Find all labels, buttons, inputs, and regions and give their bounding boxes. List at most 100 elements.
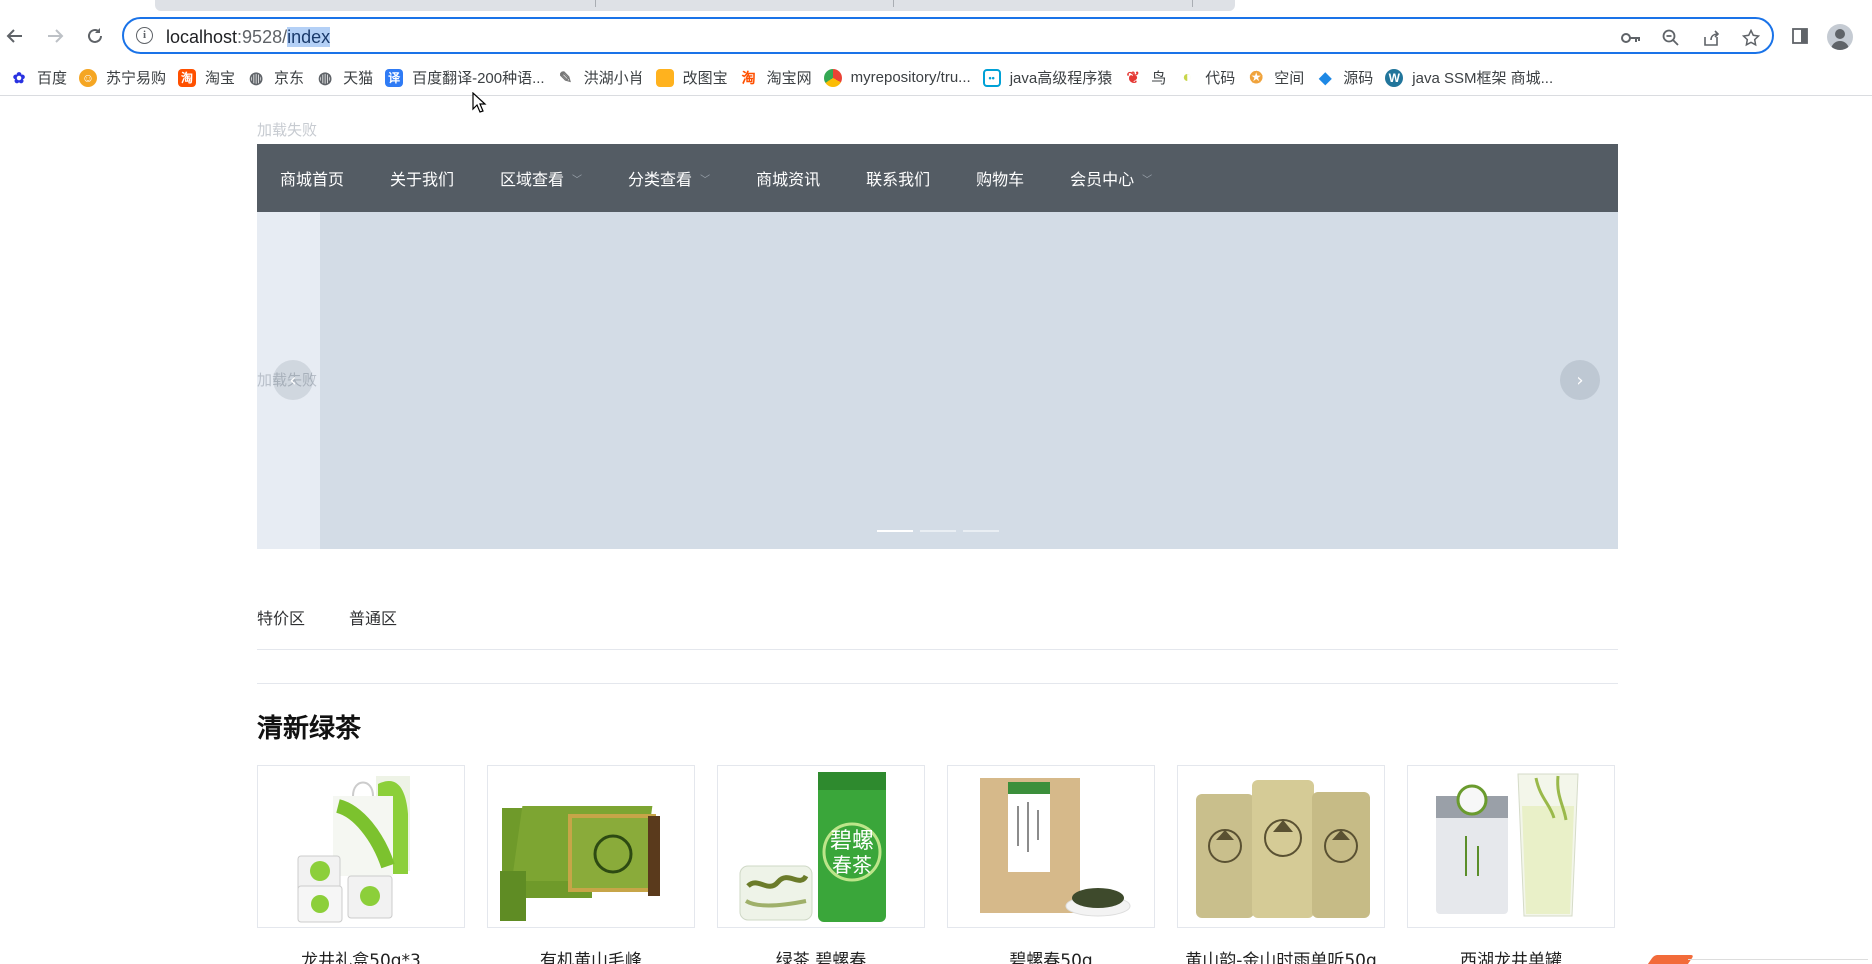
tab-special-zone[interactable]: 特价区 bbox=[257, 607, 305, 649]
product-card[interactable]: 西湖龙井单罐 bbox=[1407, 765, 1615, 964]
bookmark-label: 源码 bbox=[1343, 70, 1374, 87]
bookmark-item[interactable]: ✎ 洪湖小肖 bbox=[553, 64, 652, 92]
product-image[interactable] bbox=[947, 765, 1155, 928]
carousel-indicator[interactable] bbox=[963, 530, 999, 532]
nav-label: 购物车 bbox=[976, 170, 1025, 189]
chevron-down-icon: ﹀ bbox=[700, 174, 711, 186]
mouse-cursor-icon bbox=[472, 92, 487, 113]
product-image[interactable] bbox=[1177, 765, 1385, 928]
product-card[interactable]: 有机黄山毛峰 bbox=[487, 765, 695, 964]
product-grid: 龙井礼盒50g*3 有机黄山毛峰 碧螺 春茶 绿茶 碧螺春 碧螺春50g 黄山韵… bbox=[257, 765, 1618, 964]
product-card[interactable]: 龙井礼盒50g*3 bbox=[257, 765, 465, 964]
back-button[interactable] bbox=[1, 22, 29, 50]
nav-label: 区域查看 bbox=[500, 170, 565, 189]
translate-icon: 译 bbox=[385, 68, 404, 87]
zoom-icon[interactable] bbox=[1660, 27, 1682, 49]
divider bbox=[257, 683, 1618, 684]
bookmark-item[interactable]: 淘淘宝 bbox=[174, 64, 243, 92]
product-name[interactable]: 龙井礼盒50g*3 bbox=[257, 946, 465, 964]
taobao-icon: 淘 bbox=[741, 69, 756, 86]
bookmark-item[interactable]: Wjava SSM框架 商城... bbox=[1381, 64, 1561, 92]
bookmark-star-icon[interactable] bbox=[1740, 27, 1762, 49]
product-name[interactable]: 西湖龙井单罐 bbox=[1407, 946, 1615, 964]
carousel-indicator[interactable] bbox=[920, 530, 956, 532]
address-bar[interactable]: i localhost:9528/index bbox=[122, 17, 1774, 54]
product-name[interactable]: 绿茶 碧螺春 bbox=[717, 946, 925, 964]
carousel-indicators bbox=[877, 530, 999, 532]
bookmark-item[interactable]: 淘淘宝网 bbox=[736, 64, 820, 92]
suning-icon: ☺ bbox=[79, 68, 98, 87]
forward-button[interactable] bbox=[41, 22, 69, 50]
chevron-right-icon: › bbox=[1576, 369, 1584, 391]
product-name[interactable]: 有机黄山毛峰 bbox=[487, 946, 695, 964]
bookmark-label: java SSM框架 商城... bbox=[1412, 70, 1554, 87]
floating-widget-corner[interactable] bbox=[1645, 955, 1695, 964]
nav-item-region[interactable]: 区域查看 ﹀ bbox=[477, 144, 605, 212]
nav-item-cart[interactable]: 购物车 bbox=[953, 144, 1047, 212]
bookmark-item[interactable]: ✪ 空间 bbox=[1243, 64, 1312, 92]
product-card[interactable]: 碧螺春50g bbox=[947, 765, 1155, 964]
page-content: 加载失败 商城首页 关于我们 区域查看 ﹀ 分类查看 ﹀ 商城资讯 联系我们 购物车… bbox=[0, 97, 1872, 964]
product-image[interactable] bbox=[487, 765, 695, 928]
bookmark-item[interactable]: myrepository/tru... bbox=[820, 64, 979, 92]
bookmark-item[interactable]: ☺ 苏宁易购 bbox=[75, 64, 174, 92]
product-card[interactable]: 黄山韵-金山时雨单听50g bbox=[1177, 765, 1385, 964]
profile-avatar-icon[interactable] bbox=[1827, 24, 1853, 50]
nav-label: 关于我们 bbox=[390, 170, 455, 189]
carousel-next-button[interactable]: › bbox=[1560, 360, 1600, 400]
side-panel-icon[interactable] bbox=[1786, 22, 1814, 50]
bookmark-label: 百度翻译-200种语... bbox=[412, 70, 545, 87]
bookmark-item[interactable]: •• java高级程序猿 bbox=[979, 64, 1121, 92]
bookmark-item[interactable]: ◐ 代码 bbox=[1174, 64, 1243, 92]
reload-icon bbox=[88, 28, 102, 43]
nav-item-about[interactable]: 关于我们 bbox=[367, 144, 477, 212]
bookmark-item[interactable]: 译百度翻译-200种语... bbox=[381, 64, 553, 92]
reload-button[interactable] bbox=[81, 22, 109, 50]
product-image[interactable]: 碧螺 春茶 bbox=[717, 765, 925, 928]
share-icon[interactable] bbox=[1700, 27, 1722, 49]
avatar-icon: ✎ bbox=[558, 69, 573, 87]
url-text[interactable]: localhost:9528/index bbox=[166, 27, 331, 48]
carousel-prev-button[interactable]: ‹ bbox=[273, 360, 313, 400]
chevron-left-icon: ‹ bbox=[289, 369, 297, 391]
bookmark-item[interactable]: ◍ 京东 bbox=[243, 64, 312, 92]
nav-item-home[interactable]: 商城首页 bbox=[257, 144, 367, 212]
nav-label: 商城首页 bbox=[280, 170, 345, 189]
bookmark-label: 淘宝 bbox=[205, 70, 236, 87]
code-icon: ◐ bbox=[1182, 68, 1193, 86]
bookmark-item[interactable]: ◍ 天猫 bbox=[312, 64, 381, 92]
site-info-icon[interactable]: i bbox=[136, 27, 153, 44]
product-name[interactable]: 黄山韵-金山时雨单听50g bbox=[1177, 946, 1385, 964]
logo-broken-image[interactable]: 加载失败 bbox=[257, 119, 317, 140]
url-port: :9528/ bbox=[237, 27, 288, 47]
product-name[interactable]: 碧螺春50g bbox=[947, 946, 1155, 964]
product-card[interactable]: 碧螺 春茶 绿茶 碧螺春 bbox=[717, 765, 925, 964]
globe-icon: ◍ bbox=[249, 69, 264, 87]
baidu-paw-icon: ✿ bbox=[12, 69, 26, 87]
bird-icon: ❦ bbox=[1126, 69, 1140, 87]
tab-normal-zone[interactable]: 普通区 bbox=[349, 607, 397, 649]
bookmark-item[interactable]: ✿ 百度 bbox=[6, 64, 75, 92]
bookmark-item[interactable]: ◆ 源码 bbox=[1312, 64, 1381, 92]
product-image[interactable] bbox=[1407, 765, 1615, 928]
wordpress-icon: W bbox=[1385, 68, 1404, 87]
bookmark-label: 百度 bbox=[37, 70, 68, 87]
tab-strip bbox=[0, 0, 1872, 12]
chevron-down-icon: ﹀ bbox=[572, 174, 583, 186]
bookmark-item[interactable]: ❦ 鸟 bbox=[1120, 64, 1174, 92]
nav-item-news[interactable]: 商城资讯 bbox=[733, 144, 843, 212]
bookmark-item[interactable]: 改图宝 bbox=[652, 64, 736, 92]
nav-item-member[interactable]: 会员中心 ﹀ bbox=[1047, 144, 1175, 212]
carousel-indicator[interactable] bbox=[877, 530, 913, 532]
password-key-icon[interactable] bbox=[1620, 27, 1642, 49]
bookmark-label: 代码 bbox=[1205, 70, 1236, 87]
nav-label: 分类查看 bbox=[628, 170, 693, 189]
bookmark-label: java高级程序猿 bbox=[1009, 70, 1113, 87]
nav-item-category[interactable]: 分类查看 ﹀ bbox=[605, 144, 733, 212]
chrome-icon bbox=[823, 68, 842, 87]
banner-carousel: 加载失败 ‹ › bbox=[257, 212, 1618, 549]
whale-icon: ◆ bbox=[1319, 69, 1332, 87]
svg-text:碧螺: 碧螺 bbox=[830, 829, 874, 854]
nav-item-contact[interactable]: 联系我们 bbox=[843, 144, 953, 212]
product-image[interactable] bbox=[257, 765, 465, 928]
